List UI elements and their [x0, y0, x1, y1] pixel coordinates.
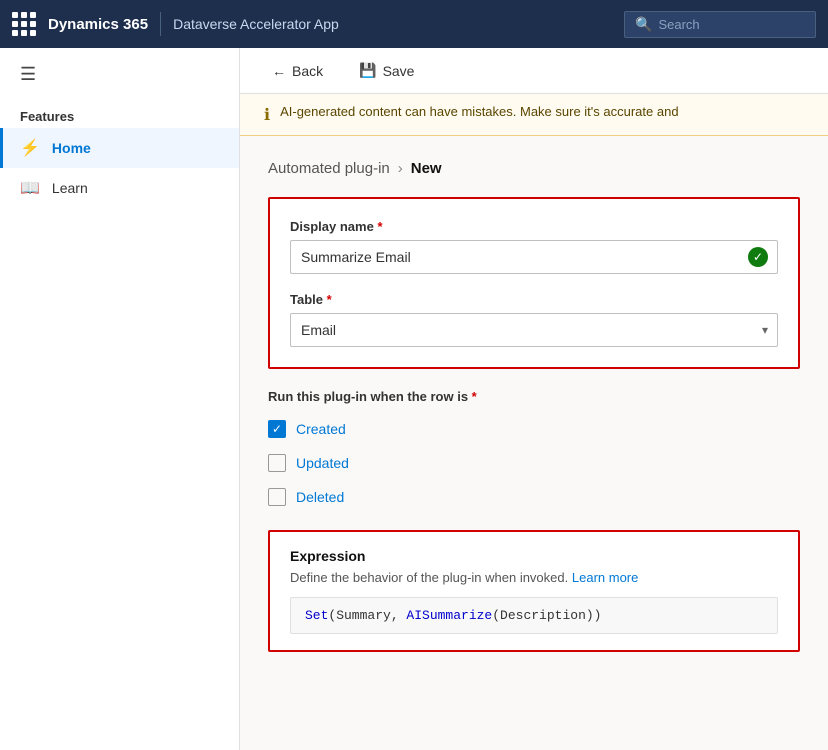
- expression-card: Expression Define the behavior of the pl…: [268, 530, 800, 652]
- breadcrumb-current: New: [411, 160, 442, 177]
- sidebar-item-learn[interactable]: 📖 Learn: [0, 168, 239, 208]
- home-icon: ⚡: [20, 138, 40, 158]
- display-name-field: Display name * ✓: [290, 219, 778, 274]
- table-required-star: *: [327, 292, 332, 307]
- search-input[interactable]: [658, 17, 798, 32]
- back-icon: ←: [272, 63, 286, 79]
- run-required-star: *: [472, 389, 477, 404]
- search-box[interactable]: 🔍: [624, 11, 816, 38]
- warning-text: AI-generated content can have mistakes. …: [280, 104, 678, 119]
- checkbox-deleted-box[interactable]: [268, 488, 286, 506]
- checkbox-updated-label: Updated: [296, 455, 349, 471]
- checkbox-deleted[interactable]: Deleted: [268, 484, 800, 510]
- table-label: Table *: [290, 292, 778, 307]
- page-content: Automated plug-in › New Display name * ✓: [240, 136, 828, 676]
- checkbox-deleted-label: Deleted: [296, 489, 344, 505]
- save-label: Save: [383, 63, 415, 79]
- checkbox-created[interactable]: Created: [268, 416, 800, 442]
- save-icon: 💾: [359, 62, 376, 79]
- display-name-input[interactable]: [290, 240, 778, 274]
- learn-icon: 📖: [20, 178, 40, 198]
- checkbox-created-label: Created: [296, 421, 346, 437]
- breadcrumb-separator: ›: [398, 160, 403, 177]
- main-content: ← Back 💾 Save ℹ AI-generated content can…: [240, 48, 828, 750]
- checkbox-created-box[interactable]: [268, 420, 286, 438]
- toolbar: ← Back 💾 Save: [240, 48, 828, 94]
- sidebar-section-label: Features: [0, 101, 239, 128]
- back-button[interactable]: ← Back: [264, 59, 331, 83]
- expression-code[interactable]: Set(Summary, AISummarize(Description)): [290, 597, 778, 634]
- code-set-keyword: Set: [305, 608, 328, 623]
- search-icon: 🔍: [635, 16, 652, 33]
- sidebar-item-learn-label: Learn: [52, 180, 88, 196]
- menu-toggle[interactable]: ☰: [0, 48, 239, 101]
- sidebar: ☰ Features ⚡ Home 📖 Learn: [0, 48, 240, 750]
- checkbox-updated[interactable]: Updated: [268, 450, 800, 476]
- topbar-divider: [160, 12, 161, 36]
- checkbox-updated-box[interactable]: [268, 454, 286, 472]
- code-fn-name: AISummarize: [406, 608, 492, 623]
- warning-banner: ℹ AI-generated content can have mistakes…: [240, 94, 828, 136]
- table-select-wrap: Email ▾: [290, 313, 778, 347]
- info-icon: ℹ: [264, 105, 270, 125]
- sidebar-item-home-label: Home: [52, 140, 91, 156]
- breadcrumb-parent: Automated plug-in: [268, 160, 390, 177]
- apps-grid-icon[interactable]: [12, 12, 36, 36]
- back-label: Back: [292, 63, 323, 79]
- required-star: *: [377, 219, 382, 234]
- run-trigger-label: Run this plug-in when the row is *: [268, 389, 800, 404]
- topbar: Dynamics 365 Dataverse Accelerator App 🔍: [0, 0, 828, 48]
- table-select[interactable]: Email: [290, 313, 778, 347]
- table-field: Table * Email ▾: [290, 292, 778, 347]
- display-name-input-wrap: ✓: [290, 240, 778, 274]
- display-name-label: Display name *: [290, 219, 778, 234]
- checkbox-section: Run this plug-in when the row is * Creat…: [268, 389, 800, 510]
- save-button[interactable]: 💾 Save: [351, 58, 422, 83]
- expression-title: Expression: [290, 548, 778, 564]
- expression-desc: Define the behavior of the plug-in when …: [290, 570, 778, 585]
- main-layout: ☰ Features ⚡ Home 📖 Learn ← Back 💾 Save …: [0, 48, 828, 750]
- learn-more-link[interactable]: Learn more: [572, 570, 638, 585]
- form-card: Display name * ✓ Table * Email: [268, 197, 800, 369]
- app-title: Dynamics 365: [48, 16, 148, 33]
- breadcrumb: Automated plug-in › New: [268, 160, 800, 177]
- valid-checkmark-icon: ✓: [748, 247, 768, 267]
- app-subtitle: Dataverse Accelerator App: [173, 16, 339, 32]
- sidebar-item-home[interactable]: ⚡ Home: [0, 128, 239, 168]
